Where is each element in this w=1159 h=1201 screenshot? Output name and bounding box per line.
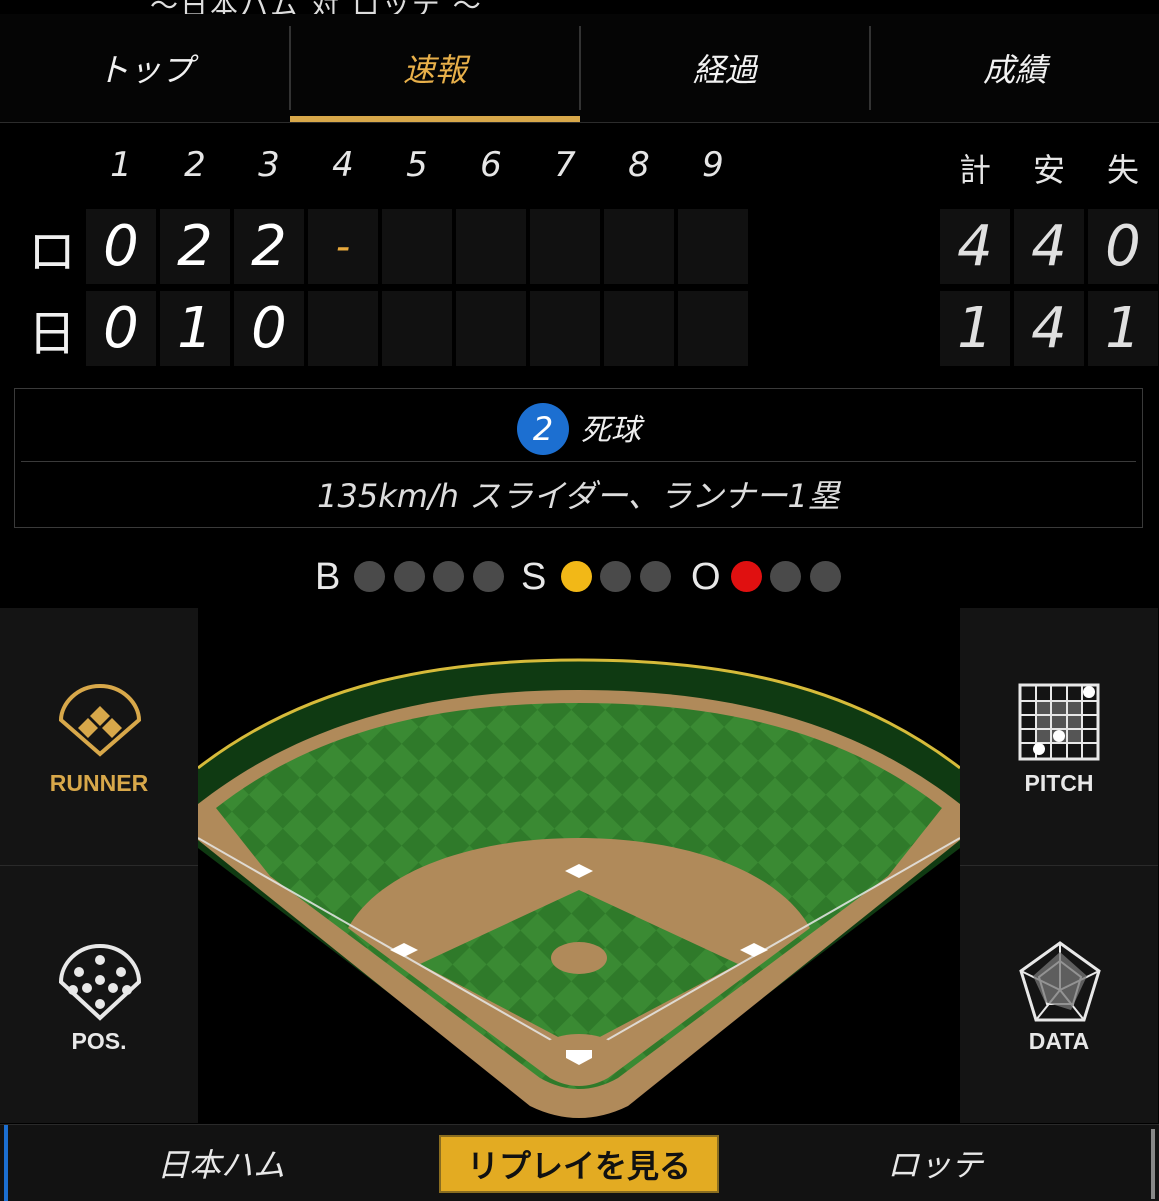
score-cell: 2 <box>234 209 304 284</box>
position-button[interactable]: POS. <box>0 866 198 1123</box>
baseball-field <box>198 608 960 1124</box>
score-cell <box>604 291 674 366</box>
play-detail: 135km/h スライダー、ランナー1塁 <box>317 477 840 515</box>
tab-progress[interactable]: 経過 <box>580 14 870 122</box>
score-cell <box>382 209 452 284</box>
total-errors: 1 <box>1088 291 1158 366</box>
divider <box>21 461 1136 462</box>
outs-label: O <box>691 556 721 598</box>
score-cell: 1 <box>160 291 230 366</box>
team-abbr-nipponham: 日 <box>27 306 76 362</box>
edge-indicator <box>1151 1129 1155 1199</box>
data-button[interactable]: DATA <box>960 866 1158 1123</box>
score-cell <box>530 291 600 366</box>
score-cell <box>382 291 452 366</box>
score-cell: 2 <box>160 209 230 284</box>
replay-button[interactable]: リプレイを見る <box>439 1135 719 1193</box>
tab-live[interactable]: 速報 <box>290 14 580 122</box>
fielder-positions-icon <box>58 943 142 1021</box>
score-cell <box>604 209 674 284</box>
tab-bar: トップ 速報 経過 成績 <box>0 14 1159 123</box>
score-cell <box>456 209 526 284</box>
total-hits: 4 <box>1014 291 1084 366</box>
inning-header: 6 <box>480 145 502 185</box>
pitch-button[interactable]: PITCH <box>960 608 1158 866</box>
totals-header-errors: 失 <box>1106 151 1139 189</box>
out-indicator <box>770 561 801 592</box>
inning-header: 1 <box>110 145 132 185</box>
total-runs: 4 <box>940 209 1010 284</box>
strike-zone-icon <box>1018 683 1100 761</box>
inning-header: 2 <box>184 145 206 185</box>
total-runs: 1 <box>940 291 1010 366</box>
tab-active-indicator <box>290 116 580 122</box>
inning-header: 5 <box>406 145 428 185</box>
pos-label: POS. <box>71 1028 127 1054</box>
strike-indicator <box>600 561 631 592</box>
team-tab-lotte[interactable]: ロッテ <box>720 1125 1150 1201</box>
tab-top[interactable]: トップ <box>0 14 290 122</box>
inning-header: 3 <box>258 145 280 185</box>
header-title: 〜日本ハム 対 ロッテ 〜 <box>150 0 483 14</box>
score-cell-current: - <box>308 209 378 284</box>
score-cell <box>308 291 378 366</box>
header-strip: 〜日本ハム 対 ロッテ 〜 <box>0 0 1159 15</box>
balls-label: B <box>315 556 341 598</box>
score-cell <box>456 291 526 366</box>
inning-header: 8 <box>628 145 650 185</box>
batter-number-badge: 2 <box>517 403 569 455</box>
play-result: 死球 <box>581 413 641 448</box>
runner-button[interactable]: RUNNER <box>0 608 198 866</box>
total-errors: 0 <box>1088 209 1158 284</box>
runner-label: RUNNER <box>49 770 149 796</box>
score-cell <box>678 291 748 366</box>
score-cell: 0 <box>234 291 304 366</box>
score-cell <box>678 209 748 284</box>
score-cell: 0 <box>86 209 156 284</box>
play-description: 2 死球 135km/h スライダー、ランナー1塁 <box>14 388 1143 528</box>
tab-stats[interactable]: 成績 <box>870 14 1159 122</box>
ball-indicator <box>394 561 425 592</box>
total-hits: 4 <box>1014 209 1084 284</box>
data-label: DATA <box>1028 1028 1090 1054</box>
ball-indicator <box>354 561 385 592</box>
score-cell <box>530 209 600 284</box>
inning-header: 4 <box>332 145 354 185</box>
out-indicator <box>731 561 762 592</box>
pitch-label: PITCH <box>1024 770 1094 796</box>
ball-indicator <box>433 561 464 592</box>
score-cell: 0 <box>86 291 156 366</box>
strike-indicator <box>561 561 592 592</box>
radar-chart-icon <box>1019 941 1101 1022</box>
bottom-bar: 日本ハム リプレイを見る ロッテ <box>0 1124 1159 1201</box>
diamond-runner-icon <box>58 683 142 757</box>
team-tab-nipponham[interactable]: 日本ハム <box>4 1125 434 1201</box>
strike-indicator <box>640 561 671 592</box>
strikes-label: S <box>521 556 547 598</box>
out-indicator <box>810 561 841 592</box>
team-abbr-lotte: ロ <box>27 224 76 280</box>
ball-indicator <box>473 561 504 592</box>
inning-header: 9 <box>702 145 724 185</box>
totals-header-hits: 安 <box>1032 151 1065 189</box>
inning-header: 7 <box>554 145 576 185</box>
totals-header-runs: 計 <box>958 151 991 189</box>
